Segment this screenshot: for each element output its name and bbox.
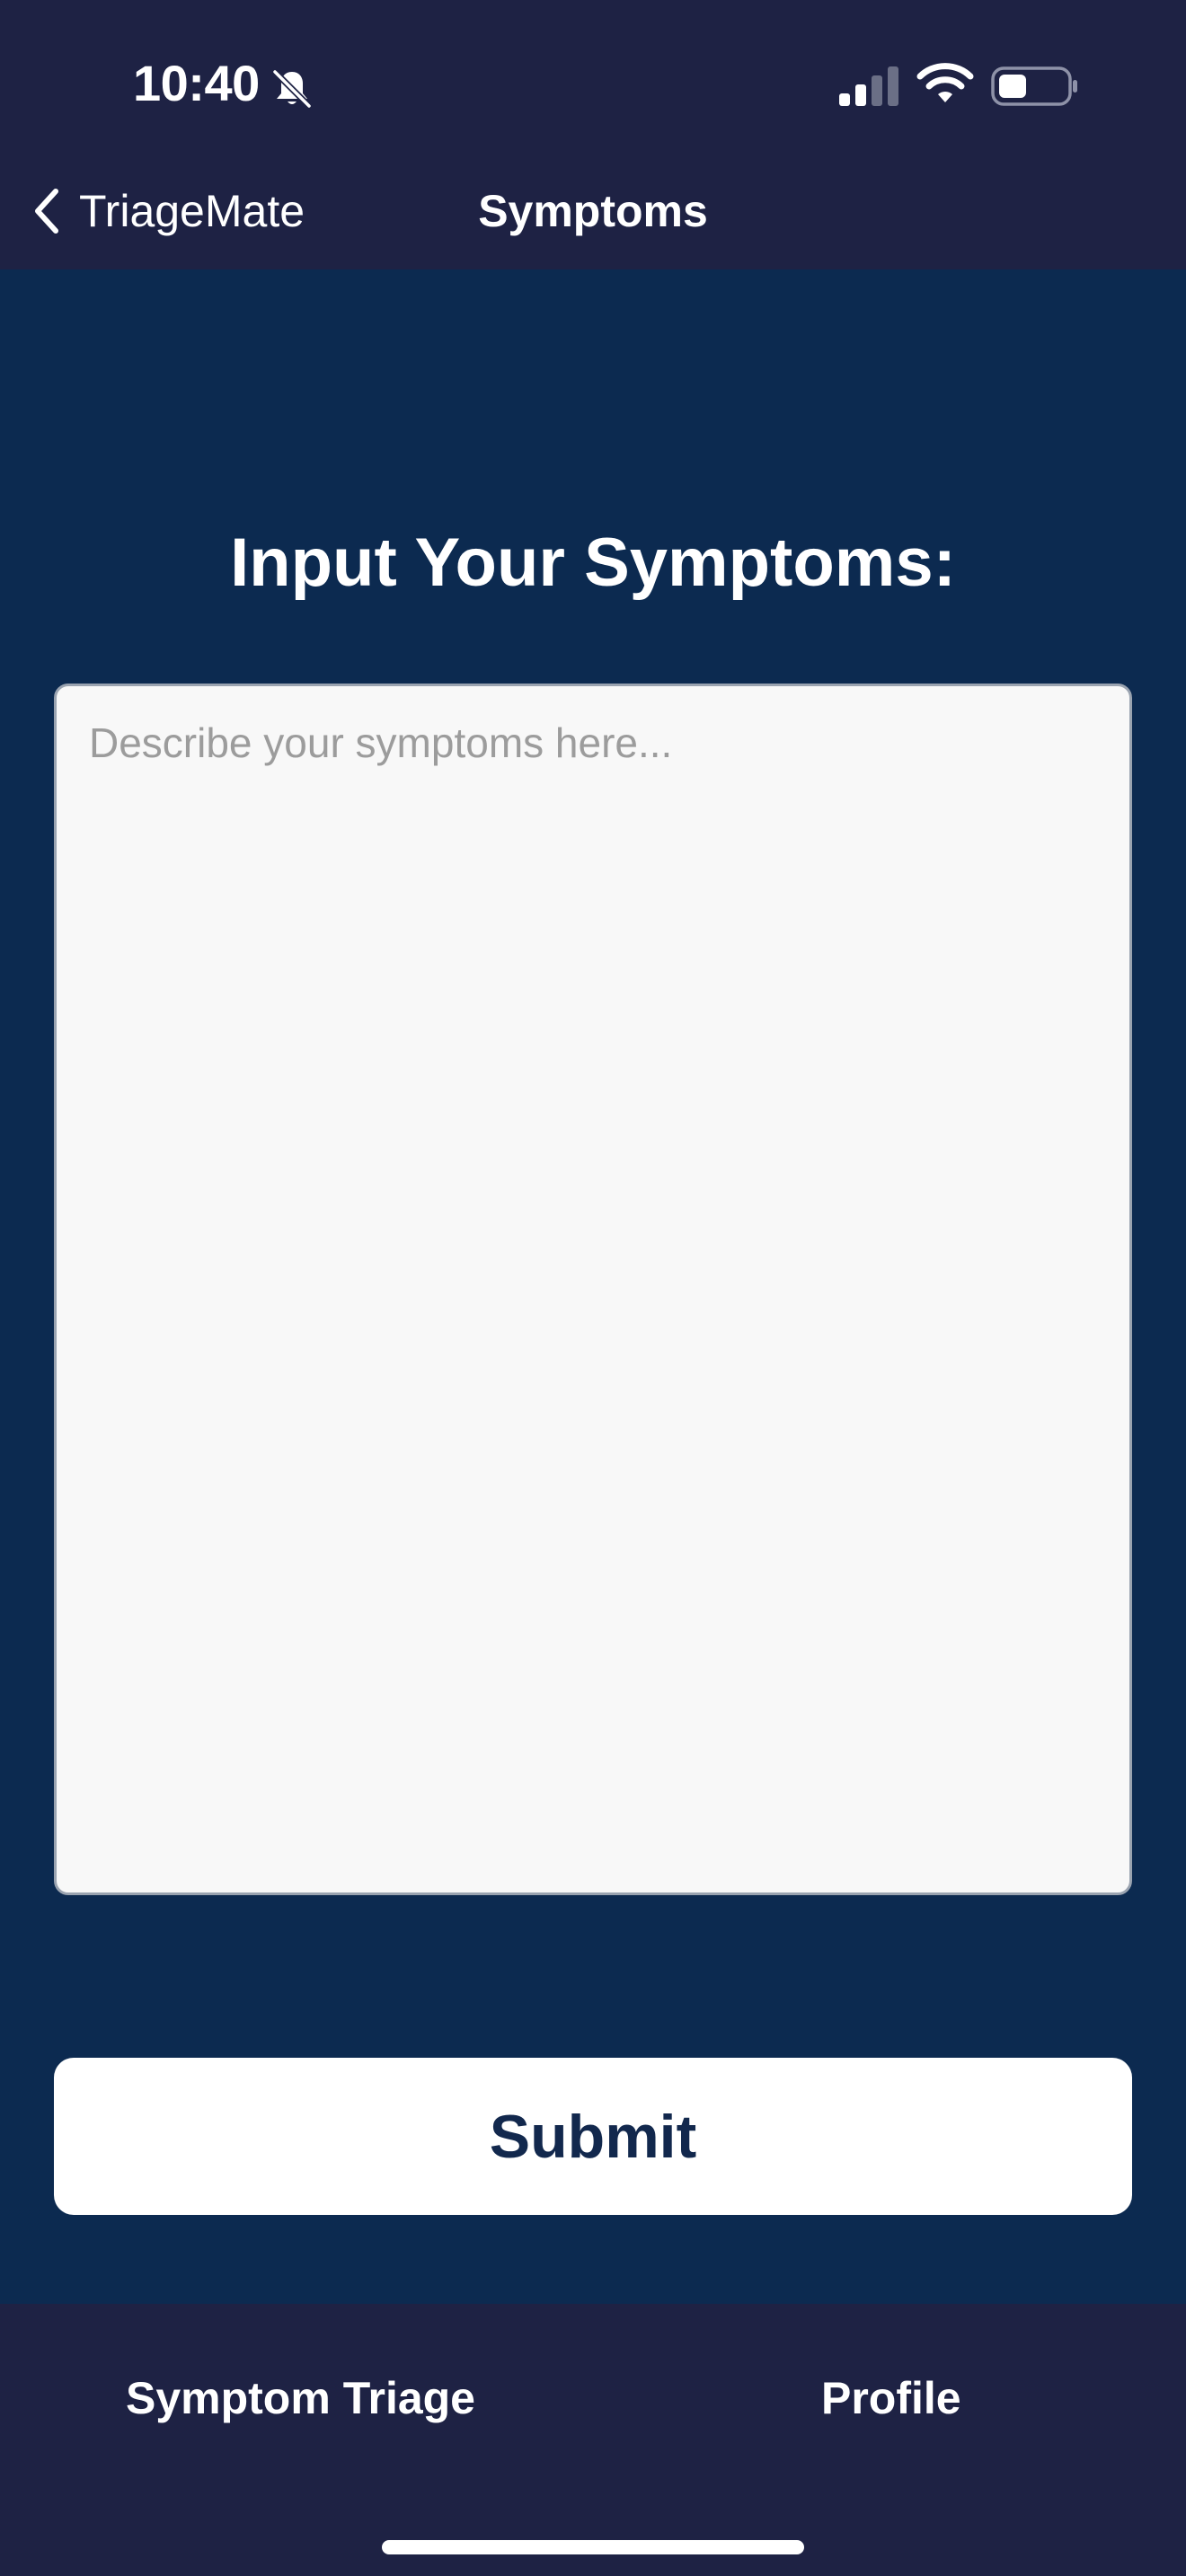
battery-icon <box>991 66 1077 106</box>
tab-bar: Symptom Triage Profile <box>0 2304 1186 2576</box>
wifi-icon <box>916 63 974 102</box>
page-title: Symptoms <box>478 186 708 236</box>
submit-button[interactable]: Submit <box>54 2058 1132 2215</box>
tab-profile[interactable]: Profile <box>821 2371 961 2425</box>
bell-slash-icon <box>271 68 313 110</box>
symptoms-heading: Input Your Symptoms: <box>230 525 956 601</box>
status-bar: 10:40 <box>0 0 1186 175</box>
cellular-signal-icon <box>839 66 898 106</box>
symptoms-textarea[interactable] <box>54 684 1132 1895</box>
tab-symptom-triage[interactable]: Symptom Triage <box>126 2371 475 2425</box>
status-time: 10:40 <box>133 55 260 111</box>
main-content: Input Your Symptoms: Submit <box>0 269 1186 2304</box>
home-indicator <box>382 2540 804 2554</box>
